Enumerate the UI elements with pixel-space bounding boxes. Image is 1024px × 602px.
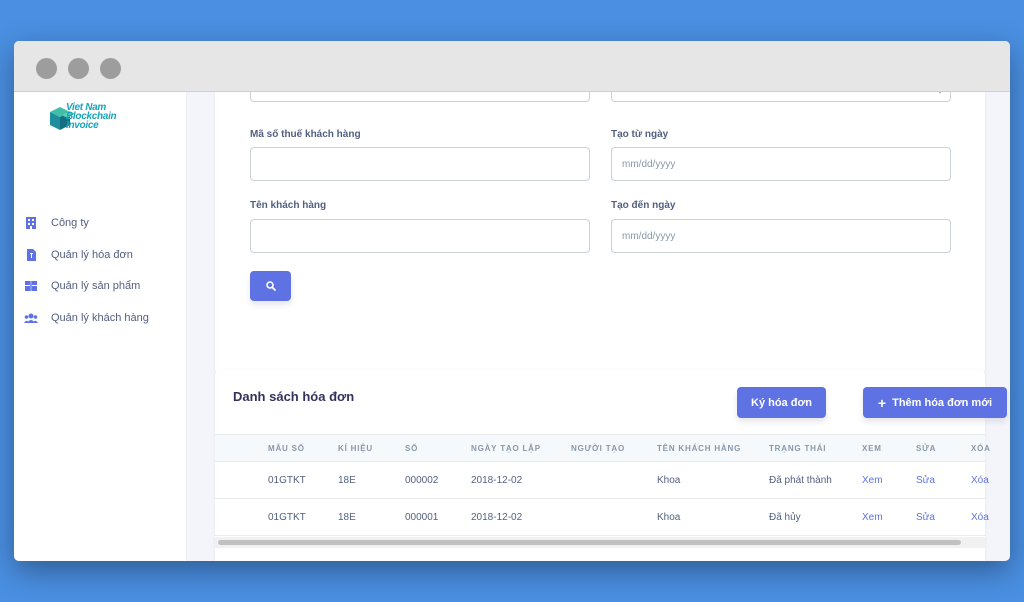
add-invoice-button[interactable]: + Thêm hóa đơn mới bbox=[863, 387, 1007, 418]
sidebar-item-products[interactable]: Quản lý sản phẩm bbox=[24, 276, 184, 296]
building-icon bbox=[24, 216, 38, 230]
customer-name-label: Tên khách hàng bbox=[250, 200, 327, 211]
cell-number: 000002 bbox=[405, 475, 439, 486]
logo-text: Viet Nam Blockchain Invoice bbox=[66, 103, 156, 131]
sidebar-item-label: Quản lý sản phẩm bbox=[51, 280, 141, 292]
column-header[interactable]: XÓA bbox=[971, 444, 991, 453]
sign-invoice-button[interactable]: Ký hóa đơn bbox=[737, 387, 826, 418]
view-link[interactable]: Xem bbox=[862, 512, 883, 523]
cell-status: Đã phát thành bbox=[769, 475, 832, 486]
users-icon bbox=[24, 311, 38, 325]
add-invoice-label: Thêm hóa đơn mới bbox=[892, 396, 993, 409]
cell-status: Đã hủy bbox=[769, 512, 801, 523]
sidebar-item-label: Quản lý hóa đơn bbox=[51, 249, 133, 261]
horizontal-scrollbar-thumb[interactable] bbox=[218, 540, 961, 545]
search-card: ▾ Mã số thuế khách hàng Tạo từ ngày Tên … bbox=[215, 92, 985, 374]
cell-form-number: 01GTKT bbox=[268, 512, 306, 523]
cell-form-number: 01GTKT bbox=[268, 475, 306, 486]
invoice-list-card: Danh sách hóa đơn Ký hóa đơn + Thêm hóa … bbox=[215, 370, 1007, 561]
edit-link[interactable]: Sửa bbox=[916, 475, 935, 486]
window-minimize-dot[interactable] bbox=[68, 58, 89, 79]
sidebar-item-company[interactable]: Công ty bbox=[24, 213, 184, 233]
table-row: 01GTKT 18E 000001 2018-12-02 Khoa Đã hủy… bbox=[215, 499, 989, 536]
column-header[interactable]: SỐ bbox=[405, 444, 418, 453]
delete-link[interactable]: Xóa bbox=[971, 512, 989, 523]
app-logo[interactable]: Viet Nam Blockchain Invoice bbox=[48, 102, 148, 136]
window-titlebar bbox=[14, 41, 1010, 92]
sidebar-item-label: Công ty bbox=[51, 217, 89, 229]
logo-line-3: Invoice bbox=[66, 120, 99, 131]
window-maximize-dot[interactable] bbox=[100, 58, 121, 79]
column-header[interactable]: NGÀY TẠO LẬP bbox=[471, 444, 541, 453]
sidebar-item-customers[interactable]: Quản lý khách hàng bbox=[24, 308, 184, 328]
cell-created-date: 2018-12-02 bbox=[471, 475, 523, 486]
from-date-label: Tạo từ ngày bbox=[611, 129, 669, 140]
column-header[interactable]: TRẠNG THÁI bbox=[769, 444, 826, 453]
top-text-field[interactable] bbox=[250, 92, 590, 102]
tax-code-input[interactable] bbox=[250, 147, 590, 181]
cell-customer: Khoa bbox=[657, 475, 681, 486]
column-header[interactable]: SỬA bbox=[916, 444, 936, 453]
invoice-list-title: Danh sách hóa đơn bbox=[233, 389, 355, 404]
box-icon bbox=[24, 279, 38, 293]
cell-symbol: 18E bbox=[338, 512, 356, 523]
cell-symbol: 18E bbox=[338, 475, 356, 486]
tax-code-label: Mã số thuế khách hàng bbox=[250, 129, 361, 140]
cell-customer: Khoa bbox=[657, 512, 681, 523]
search-button[interactable] bbox=[250, 271, 291, 301]
from-date-input[interactable] bbox=[611, 147, 951, 181]
browser-window: Viet Nam Blockchain Invoice Công ty Quản… bbox=[14, 41, 1010, 561]
sidebar-item-label: Quản lý khách hàng bbox=[51, 312, 149, 324]
top-select-field[interactable]: ▾ bbox=[611, 92, 951, 102]
cell-number: 000001 bbox=[405, 512, 439, 523]
customer-name-input[interactable] bbox=[250, 219, 590, 253]
to-date-input[interactable] bbox=[611, 219, 951, 253]
chevron-down-icon: ▾ bbox=[938, 92, 942, 96]
to-date-label: Tạo đến ngày bbox=[611, 200, 676, 211]
column-header[interactable]: TÊN KHÁCH HÀNG bbox=[657, 444, 741, 453]
sidebar-item-invoices[interactable]: Quản lý hóa đơn bbox=[24, 245, 184, 265]
column-header[interactable]: KÍ HIỆU bbox=[338, 444, 373, 453]
window-close-dot[interactable] bbox=[36, 58, 57, 79]
table-header: MẪU SỐ KÍ HIỆU SỐ NGÀY TẠO LẬP NGƯỜI TẠO… bbox=[215, 434, 990, 462]
search-icon bbox=[265, 281, 276, 291]
plus-icon: + bbox=[877, 394, 887, 411]
sidebar: Viet Nam Blockchain Invoice Công ty Quản… bbox=[14, 92, 187, 561]
column-header[interactable]: NGƯỜI TẠO bbox=[571, 444, 625, 453]
cell-created-date: 2018-12-02 bbox=[471, 512, 523, 523]
main-content: ▾ Mã số thuế khách hàng Tạo từ ngày Tên … bbox=[187, 92, 1010, 561]
column-header[interactable]: MẪU SỐ bbox=[268, 444, 305, 453]
edit-link[interactable]: Sửa bbox=[916, 512, 935, 523]
view-link[interactable]: Xem bbox=[862, 475, 883, 486]
table-row: 01GTKT 18E 000002 2018-12-02 Khoa Đã phá… bbox=[215, 462, 989, 499]
file-invoice-icon bbox=[24, 248, 38, 262]
delete-link[interactable]: Xóa bbox=[971, 475, 989, 486]
column-header[interactable]: XEM bbox=[862, 444, 882, 453]
